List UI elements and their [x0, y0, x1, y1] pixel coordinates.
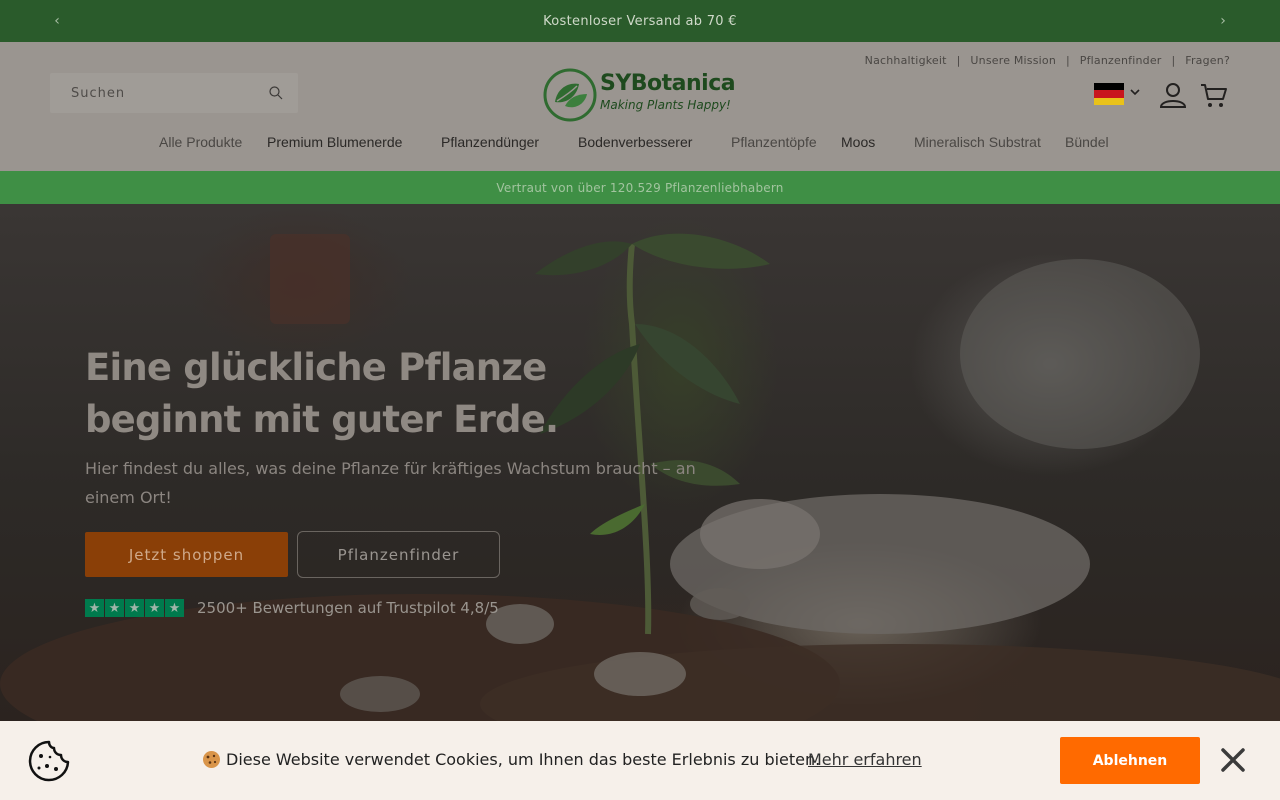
hero-title: Eine glückliche Pflanze beginnt mit gute…	[85, 342, 685, 446]
star-icon: ★	[165, 599, 184, 617]
close-icon[interactable]	[1218, 745, 1248, 775]
hero-title-line1: Eine glückliche Pflanze	[85, 346, 547, 389]
cookie-icon	[28, 740, 70, 782]
leaf-logo-icon	[543, 68, 597, 122]
link-nachhaltigkeit[interactable]: Nachhaltigkeit	[865, 54, 947, 67]
announcement-text: Kostenloser Versand ab 70 €	[543, 13, 737, 29]
logo-tagline: Making Plants Happy!	[600, 98, 731, 112]
decline-cookies-button[interactable]: Ablehnen	[1060, 737, 1200, 784]
star-icon: ★	[85, 599, 104, 617]
link-separator: |	[1066, 54, 1070, 67]
star-icon: ★	[145, 599, 164, 617]
rating-text: 2500+ Bewertungen auf Trustpilot 4,8/5	[197, 599, 499, 617]
germany-flag-icon[interactable]	[1094, 83, 1124, 105]
nav-item-alle-produkte[interactable]: Alle Produkte	[159, 134, 242, 150]
site-header: SYBotanica Making Plants Happy! Nachhalt…	[0, 42, 1280, 171]
link-pflanzenfinder[interactable]: Pflanzenfinder	[1080, 54, 1162, 67]
search-box[interactable]	[50, 73, 298, 113]
search-input[interactable]	[71, 85, 261, 101]
hero-title-line2: beginnt mit guter Erde.	[85, 398, 559, 441]
cookie-banner: Diese Website verwendet Cookies, um Ihne…	[0, 721, 1280, 800]
learn-more-link[interactable]: Mehr erfahren	[808, 750, 922, 769]
chevron-down-icon[interactable]	[1130, 87, 1140, 97]
link-separator: |	[956, 54, 961, 67]
brand-logo[interactable]: SYBotanica Making Plants Happy!	[543, 67, 739, 123]
main-navigation: Alle Produkte Premium Blumenerde Pflanze…	[0, 134, 1280, 164]
cookie-emoji-icon	[203, 751, 220, 768]
account-icon[interactable]	[1158, 80, 1188, 110]
hero-subtitle: Hier findest du alles, was deine Pflanze…	[85, 459, 696, 507]
announcement-bar: ‹ Kostenloser Versand ab 70 € ›	[0, 0, 1280, 42]
link-separator: |	[1171, 54, 1176, 67]
nav-item-bodenverbesserer[interactable]: Bodenverbesserer	[578, 134, 692, 150]
plant-finder-button[interactable]: Pflanzenfinder	[297, 531, 500, 578]
cookie-text: Diese Website verwendet Cookies, um Ihne…	[226, 750, 821, 769]
nav-item-premium-blumenerde[interactable]: Premium Blumenerde	[267, 134, 402, 150]
star-icon: ★	[125, 599, 144, 617]
trust-banner: Vertraut von über 120.529 Pflanzenliebha…	[0, 171, 1280, 204]
nav-item-pflanzenduenger[interactable]: Pflanzendünger	[441, 134, 539, 150]
chevron-right-icon[interactable]: ›	[1203, 0, 1243, 42]
trustpilot-stars: ★ ★ ★ ★ ★	[85, 599, 184, 617]
logo-name: SYBotanica	[600, 71, 736, 96]
trust-text: Vertraut von über 120.529 Pflanzenliebha…	[496, 180, 784, 195]
cart-icon[interactable]	[1199, 80, 1229, 110]
utility-links: Nachhaltigkeit | Unsere Mission | Pflanz…	[865, 54, 1230, 67]
nav-item-buendel[interactable]: Bündel	[1065, 134, 1109, 150]
shop-now-button[interactable]: Jetzt shoppen	[85, 532, 288, 577]
search-icon[interactable]	[268, 85, 284, 101]
chevron-left-icon[interactable]: ‹	[37, 0, 77, 42]
link-fragen[interactable]: Fragen?	[1185, 54, 1230, 67]
link-unsere-mission[interactable]: Unsere Mission	[970, 54, 1056, 67]
nav-item-mineralisch-substrat[interactable]: Mineralisch Substrat	[914, 134, 1041, 150]
hero-section: Eine glückliche Pflanze beginnt mit gute…	[0, 204, 1280, 721]
nav-item-moos[interactable]: Moos	[841, 134, 875, 150]
nav-item-pflanzentoepfe[interactable]: Pflanzentöpfe	[731, 134, 817, 150]
star-icon: ★	[105, 599, 124, 617]
